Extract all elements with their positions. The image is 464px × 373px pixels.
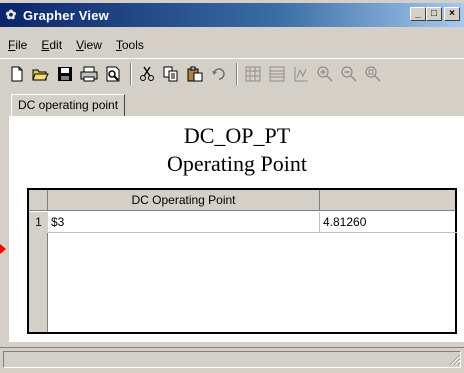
open-icon[interactable] bbox=[30, 63, 52, 85]
menu-view[interactable]: View bbox=[70, 38, 110, 52]
results-grid: DC Operating Point 1 $3 4.81260 bbox=[27, 188, 457, 334]
close-icon: × bbox=[449, 8, 455, 19]
copy-icon[interactable] bbox=[160, 63, 182, 85]
menu-tools[interactable]: Tools bbox=[110, 38, 152, 52]
tab-dc-operating-point[interactable]: DC operating point bbox=[11, 94, 126, 116]
row-header-column bbox=[29, 233, 48, 332]
tab-label: DC operating point bbox=[18, 98, 119, 112]
corner-cell[interactable] bbox=[29, 190, 48, 210]
save-icon[interactable] bbox=[54, 63, 76, 85]
toolbar-separator bbox=[130, 62, 132, 85]
toolbar-separator bbox=[236, 62, 238, 85]
column-header-value[interactable] bbox=[320, 190, 457, 210]
menu-bar: File Edit View Tools bbox=[0, 35, 152, 55]
app-icon: ✿ bbox=[5, 7, 17, 22]
axis-icon[interactable] bbox=[290, 63, 312, 85]
view-panel: DC_OP_PT Operating Point DC Operating Po… bbox=[9, 116, 464, 342]
maximize-icon: □ bbox=[430, 8, 438, 19]
row-marker-icon bbox=[0, 244, 6, 254]
resize-grip-icon[interactable] bbox=[449, 354, 461, 366]
view-subtitle: Operating Point bbox=[167, 151, 307, 176]
cut-icon[interactable] bbox=[136, 63, 158, 85]
print-preview-icon[interactable] bbox=[102, 63, 124, 85]
paste-icon[interactable] bbox=[184, 63, 206, 85]
window-title: Grapher View bbox=[23, 7, 109, 23]
status-bar bbox=[0, 347, 464, 369]
tab-strip: DC operating point bbox=[0, 92, 464, 116]
grid-header: DC Operating Point bbox=[29, 190, 455, 211]
row-number[interactable]: 1 bbox=[29, 212, 48, 233]
grid-icon[interactable] bbox=[242, 63, 264, 85]
toolbar bbox=[0, 58, 464, 88]
title-bar[interactable]: ✿ Grapher View _ □ × bbox=[0, 3, 464, 27]
grapher-window: ✿ Grapher View _ □ × File Edit View Tool… bbox=[0, 0, 464, 373]
minimize-button[interactable]: _ bbox=[410, 7, 426, 21]
zoom-in-icon[interactable] bbox=[314, 63, 336, 85]
cell-value[interactable]: 4.81260 bbox=[320, 212, 457, 233]
cell-name[interactable]: $3 bbox=[48, 212, 320, 233]
menu-edit[interactable]: Edit bbox=[35, 38, 70, 52]
menu-file[interactable]: File bbox=[2, 38, 35, 52]
zoom-fit-icon[interactable] bbox=[362, 63, 384, 85]
close-button[interactable]: × bbox=[444, 7, 460, 21]
view-title: DC_OP_PT bbox=[183, 123, 291, 148]
new-icon[interactable] bbox=[6, 63, 28, 85]
table-icon[interactable] bbox=[266, 63, 288, 85]
print-icon[interactable] bbox=[78, 63, 100, 85]
table-row[interactable]: 1 $3 4.81260 bbox=[29, 212, 457, 233]
column-header-dc-operating-point[interactable]: DC Operating Point bbox=[48, 190, 320, 210]
zoom-out-icon[interactable] bbox=[338, 63, 360, 85]
status-text bbox=[3, 351, 461, 368]
minimize-icon: _ bbox=[415, 8, 421, 19]
maximize-button[interactable]: □ bbox=[426, 7, 442, 21]
undo-icon[interactable] bbox=[208, 63, 230, 85]
